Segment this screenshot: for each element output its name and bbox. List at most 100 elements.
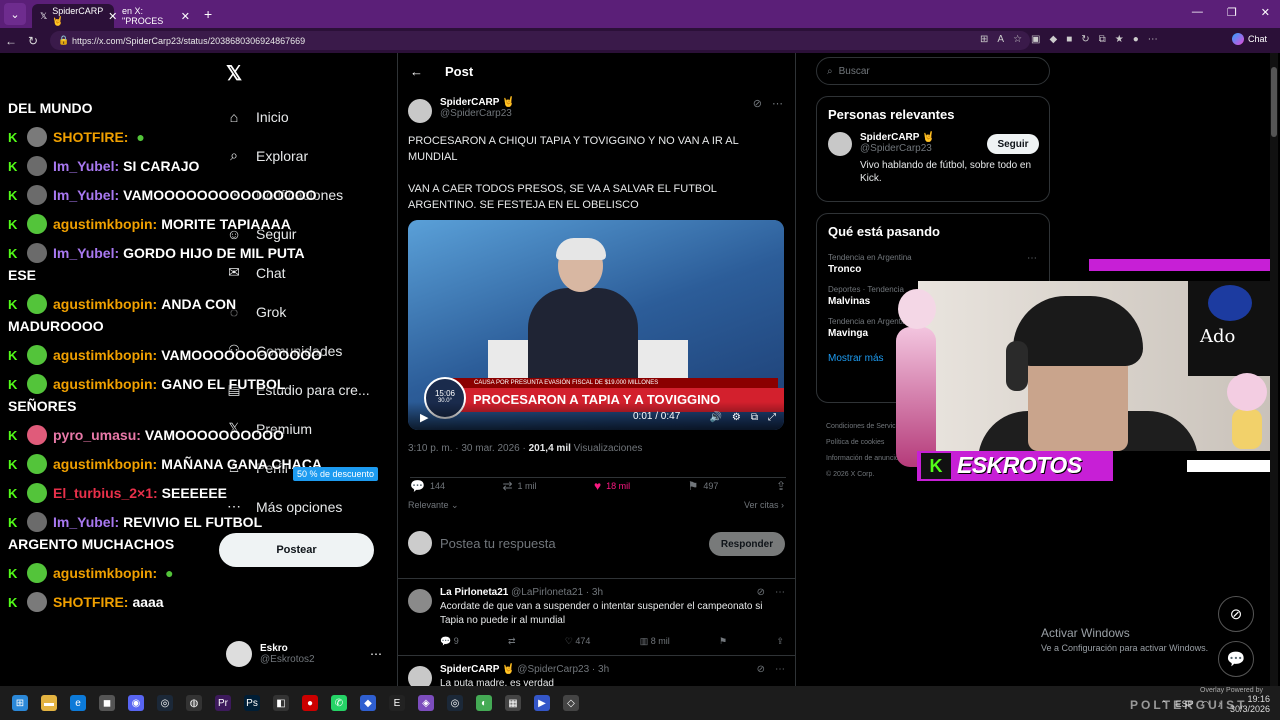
chat-username: Im_Yubel: [53, 187, 120, 203]
back-icon[interactable]: ← [0, 34, 22, 48]
apps-icon[interactable]: ⊞ [980, 34, 988, 45]
bookmark-icon[interactable]: ⚑ [719, 636, 727, 647]
tab-actions-menu[interactable]: ⌄ [4, 3, 26, 25]
app-icon[interactable]: ◈ [418, 695, 434, 711]
reply-stat[interactable]: 💬 144 [410, 478, 445, 494]
messages-fab-icon[interactable]: 💬 [1218, 641, 1254, 677]
refresh-ext-icon[interactable]: ↻ [1081, 34, 1089, 45]
search-input[interactable]: ⌕ Buscar [816, 57, 1050, 85]
app-icon[interactable]: ▶ [534, 695, 550, 711]
share-stat[interactable]: ⇪ [776, 478, 786, 494]
url-field[interactable]: 🔒 https://x.com/SpiderCarp23/status/2038… [50, 31, 1030, 50]
app-icon[interactable]: ◇ [563, 695, 579, 711]
maximize-icon[interactable]: ❐ [1227, 6, 1237, 19]
post-author[interactable]: SpiderCARP 🤘 @SpiderCarp23 [408, 97, 515, 123]
start-icon[interactable]: ⊞ [12, 695, 28, 711]
like-stat[interactable]: ♥ 18 mil [594, 478, 630, 494]
reply-stat[interactable]: 💬 9 [440, 636, 459, 647]
wifi-icon[interactable]: ◠ [1202, 699, 1210, 710]
chat-message: K SHOTFIRE: ● [8, 126, 328, 148]
quotes-link[interactable]: Ver citas › [744, 500, 784, 511]
follow-button[interactable]: Seguir [987, 134, 1039, 154]
volume-icon[interactable]: ♪ [1217, 699, 1222, 709]
reply-author[interactable]: SpiderCARP 🤘 [440, 664, 515, 675]
reply-input[interactable]: Postea tu respuesta [440, 536, 556, 551]
grok-icon[interactable]: ⊘ [753, 97, 762, 110]
like-stat[interactable]: ♡ 474 [565, 636, 591, 647]
avatar[interactable] [408, 589, 432, 613]
bookmark-stat[interactable]: ⚑ 497 [688, 478, 719, 494]
more-icon[interactable]: ⋯ [1027, 253, 1037, 264]
extension-icon[interactable]: ■ [1066, 34, 1072, 45]
close-tab-icon[interactable]: ✕ [181, 10, 190, 23]
reply-button[interactable]: Responder [709, 532, 785, 556]
discord-icon[interactable]: ◉ [128, 695, 144, 711]
sort-dropdown[interactable]: Relevante ⌄ [408, 500, 459, 511]
close-window-icon[interactable]: ✕ [1261, 6, 1270, 19]
file-explorer-icon[interactable]: ▬ [41, 695, 57, 711]
reply-author[interactable]: La Pirloneta21 [440, 587, 508, 598]
collections-icon[interactable]: ★ [1115, 34, 1124, 45]
grok-icon[interactable]: ⊘ [757, 664, 765, 675]
more-icon[interactable]: ⋯ [370, 647, 382, 661]
reply-item[interactable]: ⊘ ⋯ La Pirloneta21 @LaPirloneta21 · 3h Ac… [398, 578, 795, 647]
volume-icon[interactable]: 🔊 [709, 412, 721, 423]
steam-icon[interactable]: ◎ [157, 695, 173, 711]
grok-fab-icon[interactable]: ⊘ [1218, 596, 1254, 632]
tray-clock[interactable]: 19:16 30/3/2026 [1230, 694, 1270, 714]
avatar[interactable] [408, 666, 432, 686]
read-aloud-icon[interactable]: A [997, 34, 1004, 45]
grok-icon[interactable]: ⊘ [757, 587, 765, 598]
copilot-chat-button[interactable]: Chat [1232, 33, 1267, 45]
popout-icon[interactable]: ⧉ [751, 412, 758, 423]
split-icon[interactable]: ⧉ [1099, 34, 1106, 45]
reply-item[interactable]: ⊘ ⋯ SpiderCARP 🤘 @SpiderCarp23 · 3h La pu… [398, 655, 795, 686]
relevant-person[interactable]: SpiderCARP 🤘 @SpiderCarp23 Vivo hablando… [817, 132, 1049, 195]
new-tab-button[interactable]: + [204, 6, 212, 22]
views-stat[interactable]: ▥ 8 mil [640, 636, 670, 647]
whatsapp-icon[interactable]: ✆ [331, 695, 347, 711]
epic-icon[interactable]: E [389, 695, 405, 711]
share-icon[interactable]: ⇪ [776, 636, 784, 647]
trend-item[interactable]: Tendencia en Argentina Tronco ⋯ [817, 249, 1049, 281]
app-icon[interactable]: ◆ [360, 695, 376, 711]
chrome-icon[interactable]: ◐ [476, 695, 492, 711]
avatar[interactable] [408, 99, 432, 123]
obs-icon[interactable]: ◍ [186, 695, 202, 711]
more-icon[interactable]: ⋯ [775, 587, 785, 598]
tab-inactive[interactable]: en X: "PROCES ✕ [114, 4, 198, 28]
page-scrollbar[interactable] [1270, 53, 1278, 686]
more-icon[interactable]: ⋯ [775, 664, 785, 675]
play-icon[interactable]: ▶ [420, 411, 428, 424]
avatar[interactable] [828, 132, 852, 156]
minimize-icon[interactable]: — [1192, 6, 1203, 19]
app-icon[interactable]: ▦ [505, 695, 521, 711]
extension-icon[interactable]: ◆ [1049, 34, 1057, 45]
refresh-icon[interactable]: ↻ [22, 34, 44, 48]
photoshop-icon[interactable]: Ps [244, 695, 260, 711]
fullscreen-icon[interactable]: ⤢ [768, 412, 776, 423]
tray-chevron-icon[interactable]: ⌃ [1160, 699, 1168, 710]
store-icon[interactable]: ◼ [99, 695, 115, 711]
post-video[interactable]: CAUSA POR PRESUNTA EVASIÓN FISCAL DE $19… [408, 220, 784, 430]
x-logo-icon[interactable]: 𝕏 [226, 61, 242, 86]
profile-avatar-icon[interactable]: ● [1133, 34, 1139, 45]
edge-icon[interactable]: e [70, 695, 86, 711]
premiere-icon[interactable]: Pr [215, 695, 231, 711]
back-arrow-icon[interactable]: ← [410, 64, 423, 79]
post-time[interactable]: 3:10 p. m. · 30 mar. 2026 · [408, 443, 529, 454]
record-icon[interactable]: ● [302, 695, 318, 711]
repost-stat[interactable]: ⇄ 1 mil [502, 478, 536, 494]
chat-username: agustimkbopin: [53, 376, 158, 392]
extension-icon[interactable]: ▣ [1031, 34, 1040, 45]
menu-icon[interactable]: ⋯ [1148, 34, 1158, 45]
favorite-icon[interactable]: ☆ [1013, 34, 1022, 45]
tab-active[interactable]: 𝕏 SpiderCARP 🤘 ✕ [32, 4, 117, 28]
tray-lang[interactable]: ESP [1176, 699, 1194, 709]
more-icon[interactable]: ⋯ [772, 97, 783, 110]
account-switcher[interactable]: Eskro @Eskrotos2 ⋯ [226, 641, 382, 667]
steam-icon[interactable]: ◎ [447, 695, 463, 711]
repost-icon[interactable]: ⇄ [508, 636, 516, 647]
settings-icon[interactable]: ⚙ [732, 412, 741, 423]
app-icon[interactable]: ◧ [273, 695, 289, 711]
